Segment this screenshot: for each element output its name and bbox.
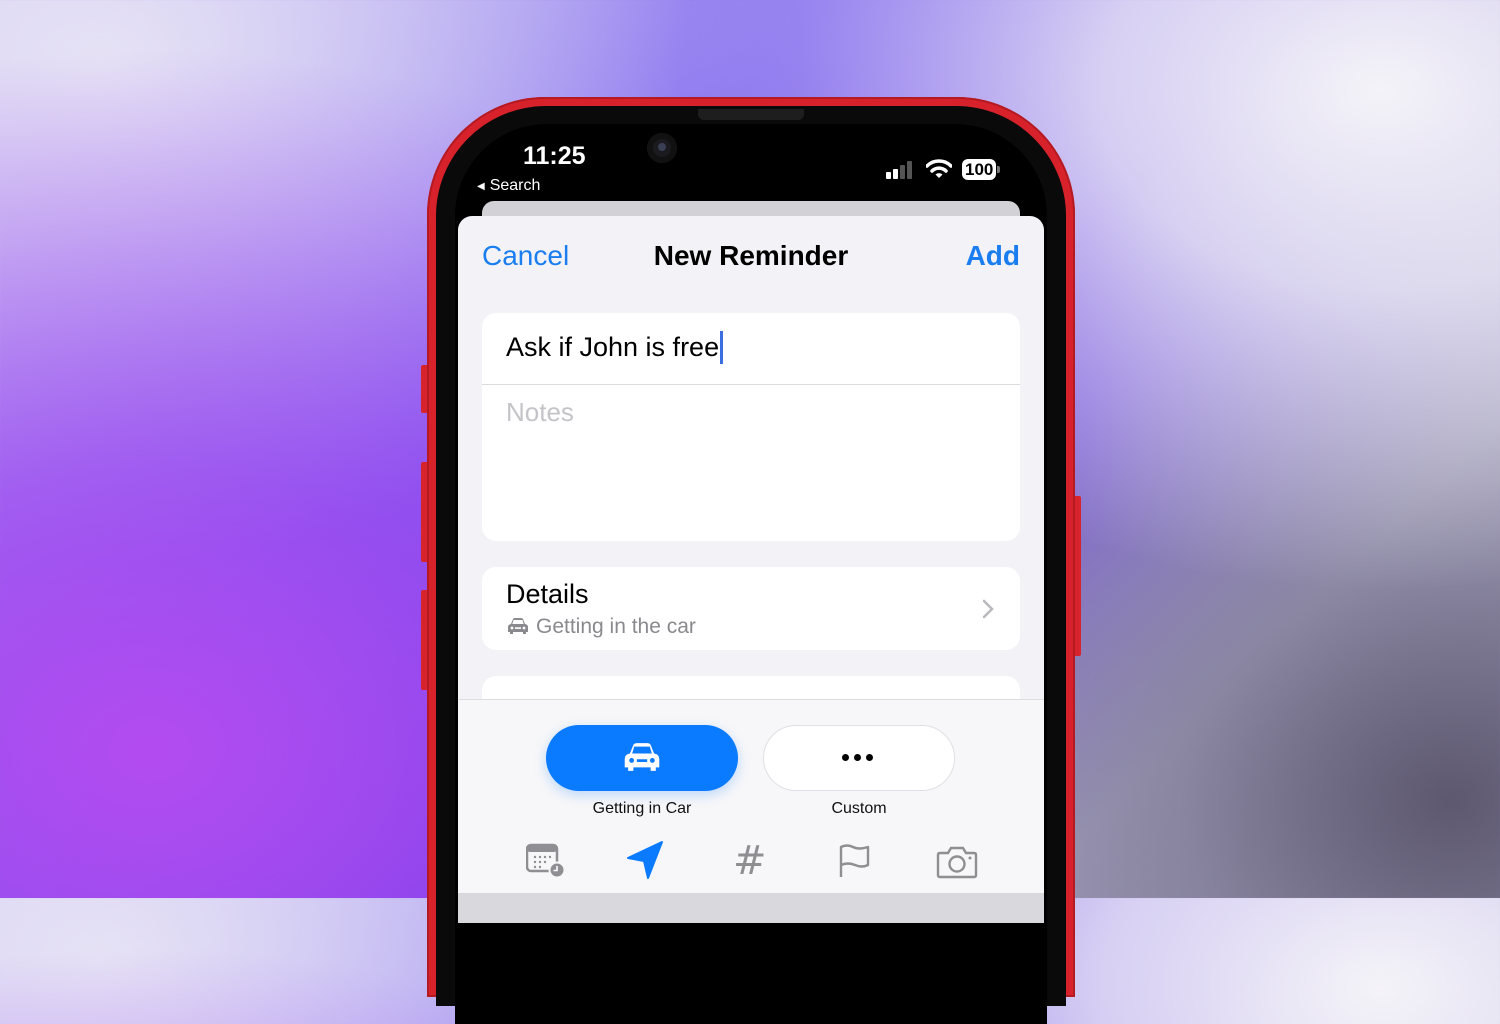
- ellipsis-icon: [842, 754, 873, 761]
- details-subtitle: Getting in the car: [536, 615, 696, 638]
- car-icon: [624, 743, 660, 771]
- speaker-grille: [698, 109, 804, 120]
- battery-level: 100: [962, 159, 997, 180]
- calendar-clock-icon[interactable]: [526, 842, 566, 878]
- new-reminder-sheet: Cancel New Reminder Add Ask if John is f…: [458, 216, 1044, 923]
- cellular-signal-icon: [886, 161, 912, 179]
- option-custom-button[interactable]: [763, 725, 955, 791]
- text-cursor: [720, 331, 724, 364]
- title-input-value: Ask if John is free: [506, 332, 720, 362]
- status-time: 11:25: [523, 142, 586, 170]
- back-label: Search: [489, 177, 541, 194]
- location-toolbar-panel: Getting in Car Custom #: [458, 699, 1044, 894]
- car-icon: [508, 618, 528, 634]
- option-custom-label: Custom: [831, 800, 887, 817]
- option-getting-in-car-label: Getting in Car: [592, 800, 692, 817]
- divider: [482, 384, 1020, 385]
- flag-icon[interactable]: [838, 843, 872, 879]
- option-getting-in-car-button[interactable]: [546, 725, 738, 791]
- sheet-title: New Reminder: [653, 240, 849, 271]
- details-label: Details: [506, 579, 589, 609]
- battery-indicator: 100: [962, 159, 1001, 180]
- location-arrow-icon[interactable]: [626, 840, 666, 880]
- details-row[interactable]: Details Getting in the car: [482, 567, 1020, 650]
- title-input[interactable]: Ask if John is free: [506, 331, 724, 364]
- add-button[interactable]: Add: [966, 240, 1020, 272]
- front-camera: [647, 133, 677, 163]
- reminder-input-card: Ask if John is free Notes: [482, 313, 1020, 541]
- chevron-right-icon: [982, 599, 994, 619]
- back-triangle-icon: ◀: [477, 180, 485, 192]
- wifi-icon: [926, 159, 952, 178]
- back-to-search-link[interactable]: ◀ Search: [477, 177, 540, 195]
- hashtag-icon[interactable]: #: [733, 838, 767, 884]
- camera-icon[interactable]: [936, 845, 978, 879]
- notes-input[interactable]: Notes: [506, 397, 1006, 517]
